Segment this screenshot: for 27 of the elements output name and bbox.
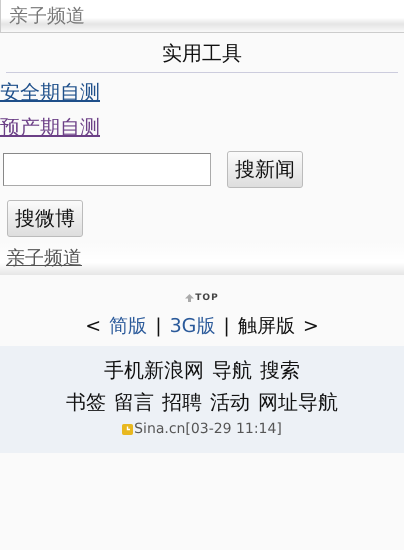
tool-link[interactable]: 预产期自测	[0, 110, 100, 145]
bracket: >	[302, 314, 319, 339]
up-arrow-icon	[185, 294, 194, 302]
channel-link[interactable]: 亲子频道	[6, 247, 82, 269]
footer-link[interactable]: 留言	[114, 386, 154, 418]
tool-link[interactable]: 安全期自测	[0, 75, 100, 110]
section-title: 实用工具	[161, 40, 243, 66]
version-link[interactable]: 触屏版	[238, 312, 295, 340]
footer-link[interactable]: 招聘	[162, 386, 202, 418]
version-link[interactable]: 简版	[109, 312, 148, 340]
footer-link[interactable]: 导航	[212, 354, 252, 386]
footer-link[interactable]: 活动	[210, 386, 250, 418]
timestamp: Sina.cn[03-29 11:14]	[134, 421, 282, 437]
separator: |	[155, 314, 162, 339]
version-link[interactable]: 3G版	[170, 312, 216, 340]
footer-link[interactable]: 搜索	[260, 354, 300, 386]
footer-link[interactable]: 手机新浪网	[104, 354, 204, 386]
channel-title: 亲子频道	[9, 4, 85, 29]
footer-link[interactable]: 书签	[66, 386, 106, 418]
top-link[interactable]: TOP	[185, 293, 219, 303]
clock-icon	[122, 424, 134, 434]
separator: |	[223, 314, 230, 339]
footer-link[interactable]: 网址导航	[258, 386, 338, 418]
search-field[interactable]	[3, 153, 211, 186]
search-button[interactable]: 搜新闻	[227, 151, 303, 188]
bracket: <	[85, 314, 102, 339]
search-button[interactable]: 搜微博	[7, 200, 83, 237]
